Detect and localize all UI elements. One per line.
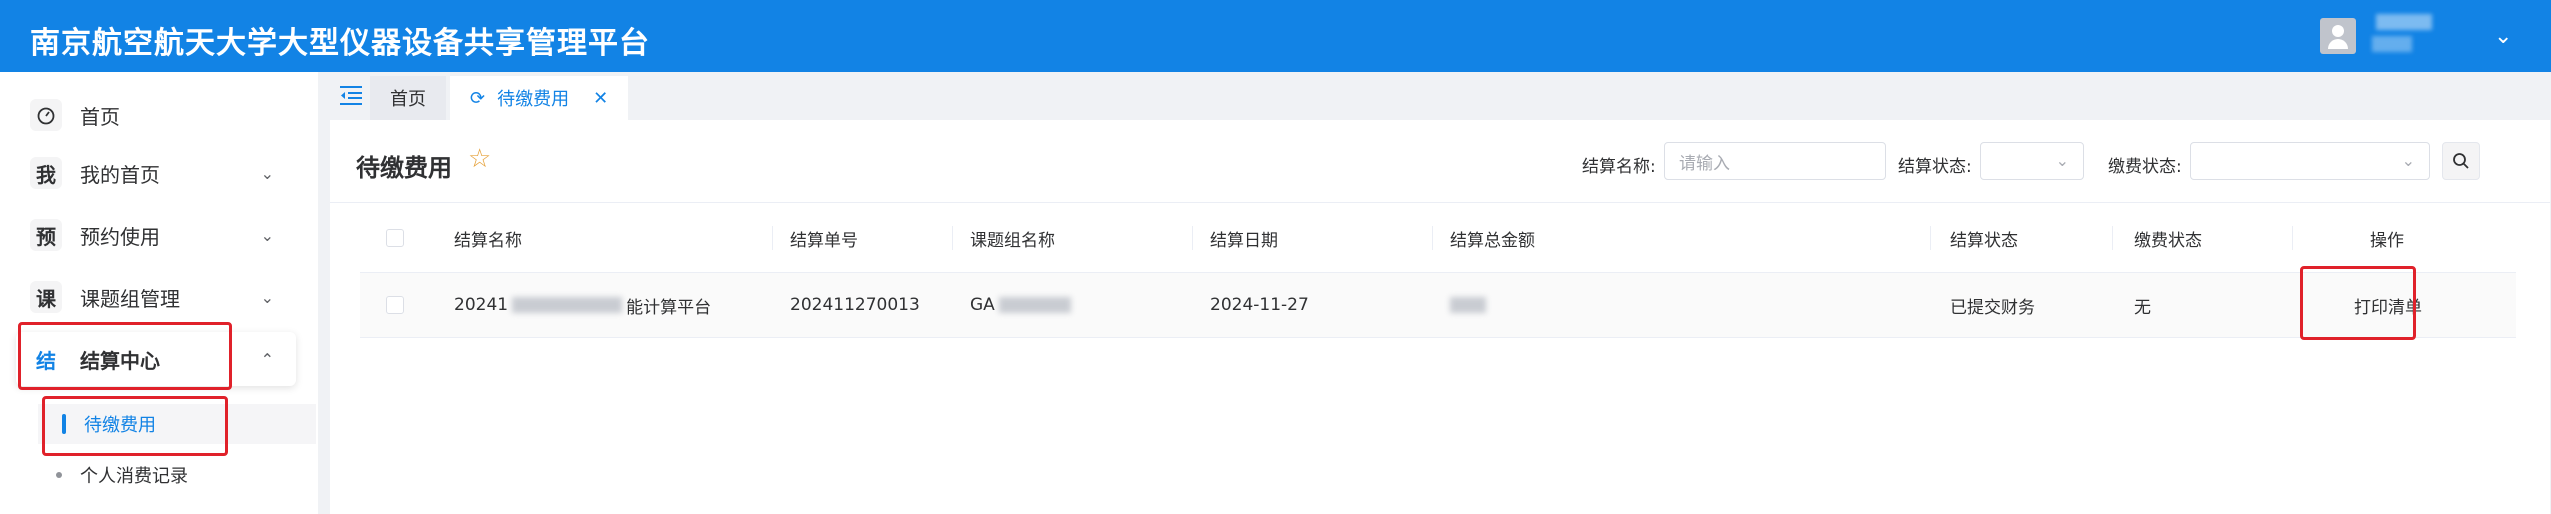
filter-pay-label: 缴费状态: xyxy=(2108,157,2182,177)
sidebar-item-group-management[interactable]: 课 课题组管理 ⌄ xyxy=(16,270,296,324)
group-name-cell: GA xyxy=(970,273,1071,337)
highlight-box xyxy=(2300,266,2416,340)
sidebar-item-my-home[interactable]: 我 我的首页 ⌄ xyxy=(16,146,296,200)
username-redacted[interactable] xyxy=(2372,10,2452,56)
page-title: 待缴费用 xyxy=(356,154,452,182)
divider xyxy=(330,202,2550,203)
table-header-cell: 结算总金额 xyxy=(1450,230,1535,251)
chevron-down-icon: ⌄ xyxy=(260,287,274,307)
settlement-name-cell: 20241 能计算平台 xyxy=(454,295,712,318)
filter-status-label: 结算状态: xyxy=(1898,157,1972,177)
main-panel: 待缴费用 ☆ 结算名称: 请输入 结算状态: ⌄ 缴费状态: ⌄ 结算名称 结算… xyxy=(330,120,2550,514)
redacted-text xyxy=(512,297,623,313)
tab-home[interactable]: 首页 xyxy=(370,76,446,120)
table-row[interactable]: 20241 能计算平台 202411270013 GA 2024-11-27 已… xyxy=(360,272,2516,338)
tab-pending-fees[interactable]: ⟳ 待缴费用 ✕ xyxy=(450,76,629,120)
chevron-down-icon: ⌄ xyxy=(2401,151,2415,170)
sidebar-item-label: 预约使用 xyxy=(80,224,160,249)
close-icon[interactable]: ✕ xyxy=(593,88,608,109)
table-header-cell: 结算日期 xyxy=(1210,230,1278,251)
pay-status-select[interactable]: ⌄ xyxy=(2190,142,2430,180)
sidebar-subitem-consumption-records[interactable]: 个人消费记录 xyxy=(56,455,188,495)
table-header-cell: 缴费状态 xyxy=(2134,230,2202,251)
settlement-name-input[interactable]: 请输入 xyxy=(1664,142,1886,180)
table-header: 结算名称 结算单号 课题组名称 结算日期 结算总金额 结算状态 缴费状态 操作 xyxy=(360,212,2516,264)
sidebar-badge: 预 xyxy=(30,219,62,251)
dashboard-icon xyxy=(30,99,62,131)
settlement-status-select[interactable]: ⌄ xyxy=(1980,142,2084,180)
select-all-checkbox[interactable] xyxy=(386,229,404,247)
search-icon xyxy=(2453,153,2469,169)
sidebar-badge: 课 xyxy=(30,281,62,313)
tab-label: 首页 xyxy=(390,89,426,110)
refresh-icon[interactable]: ⟳ xyxy=(470,88,485,109)
user-avatar-icon[interactable] xyxy=(2320,18,2356,54)
table-header-cell: 课题组名称 xyxy=(970,230,1055,251)
filter-name-label: 结算名称: xyxy=(1582,157,1656,177)
chevron-down-icon[interactable]: ⌄ xyxy=(2494,24,2512,49)
tab-label: 待缴费用 xyxy=(497,89,570,110)
tab-bar: 首页 ⟳ 待缴费用 ✕ xyxy=(370,76,632,120)
chevron-down-icon: ⌄ xyxy=(2055,151,2069,170)
sidebar-item-label: 我的首页 xyxy=(80,162,160,187)
search-button[interactable] xyxy=(2442,142,2480,180)
settlement-number-cell: 202411270013 xyxy=(790,295,920,315)
total-amount-cell xyxy=(1450,273,1486,337)
table-header-cell: 结算状态 xyxy=(1950,230,2018,251)
highlight-box xyxy=(18,322,232,390)
row-checkbox[interactable] xyxy=(386,296,404,314)
bullet-icon xyxy=(56,472,62,478)
chevron-down-icon: ⌄ xyxy=(260,225,274,245)
collapse-menu-icon[interactable] xyxy=(338,84,366,108)
sidebar-badge: 我 xyxy=(30,157,62,189)
top-header: 南京航空航天大学大型仪器设备共享管理平台 ⌄ xyxy=(0,0,2551,72)
highlight-box xyxy=(42,396,228,456)
table-header-cell: 结算单号 xyxy=(790,230,858,251)
settlement-date-cell: 2024-11-27 xyxy=(1210,295,1309,315)
table-header-cell: 操作 xyxy=(2370,230,2404,251)
settlement-status-cell: 已提交财务 xyxy=(1950,297,2035,318)
table-header-cell: 结算名称 xyxy=(454,230,522,251)
app-title: 南京航空航天大学大型仪器设备共享管理平台 xyxy=(30,26,650,61)
sidebar-item-booking[interactable]: 预 预约使用 ⌄ xyxy=(16,208,296,262)
star-icon[interactable]: ☆ xyxy=(468,144,491,174)
redacted-text xyxy=(998,297,1071,313)
sidebar-item-home[interactable]: 首页 xyxy=(16,88,296,142)
sidebar-subitem-label: 个人消费记录 xyxy=(80,466,188,487)
redacted-text xyxy=(1450,297,1486,313)
chevron-up-icon: ⌃ xyxy=(260,349,274,369)
chevron-down-icon: ⌄ xyxy=(260,163,274,183)
pay-status-cell: 无 xyxy=(2134,297,2151,318)
sidebar-item-label: 首页 xyxy=(80,104,120,129)
sidebar-item-label: 课题组管理 xyxy=(80,286,180,311)
